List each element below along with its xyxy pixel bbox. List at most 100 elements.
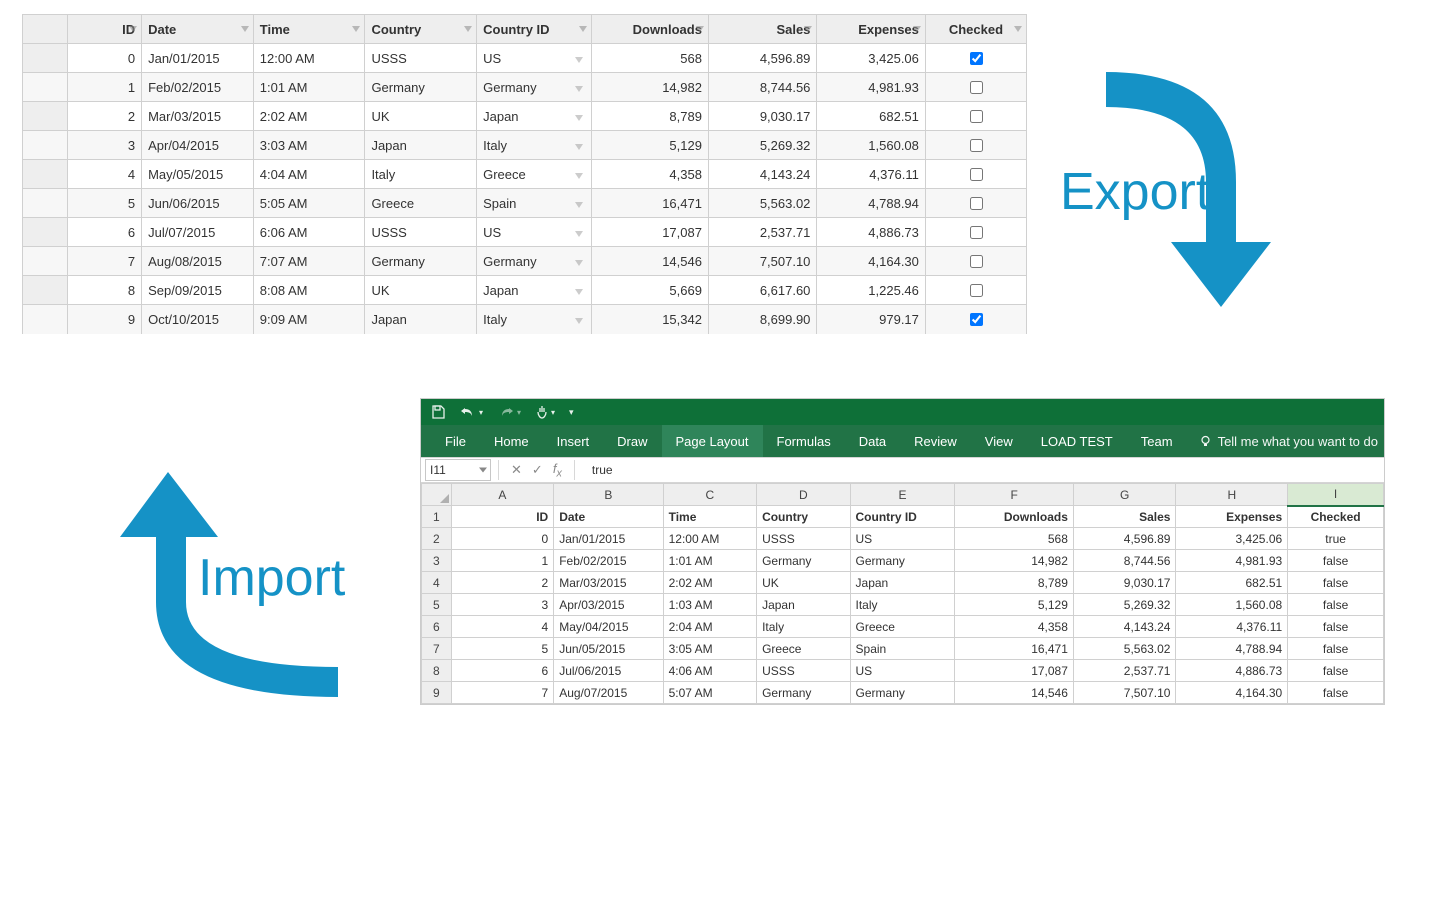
cell[interactable]: 3 (451, 594, 554, 616)
cell[interactable]: Mar/03/2015 (554, 572, 663, 594)
spreadsheet[interactable]: ABCDEFGHI 1IDDateTimeCountryCountry IDDo… (421, 483, 1384, 704)
chevron-down-icon[interactable] (575, 260, 583, 266)
cell-expenses[interactable]: 979.17 (817, 305, 925, 334)
checked-checkbox[interactable] (970, 255, 983, 268)
chevron-down-icon[interactable] (575, 289, 583, 295)
cell[interactable]: 16,471 (955, 638, 1074, 660)
table-row[interactable]: 4May/05/20154:04 AMItalyGreece4,3584,143… (23, 160, 1027, 189)
ribbon-tab-file[interactable]: File (431, 425, 480, 457)
formula-input[interactable]: true (582, 463, 1384, 477)
cell[interactable]: false (1288, 682, 1384, 704)
cell[interactable]: 3:05 AM (663, 638, 756, 660)
select-all-corner[interactable] (422, 484, 452, 506)
col-country[interactable]: Country (365, 15, 477, 44)
ribbon-tab-insert[interactable]: Insert (543, 425, 604, 457)
cell[interactable]: 14,546 (955, 682, 1074, 704)
table-row[interactable]: 3Apr/04/20153:03 AMJapanItaly5,1295,269.… (23, 131, 1027, 160)
cancel-formula-icon[interactable]: ✕ (506, 462, 527, 478)
cell-time[interactable]: 9:09 AM (253, 305, 365, 334)
cell[interactable]: Date (554, 506, 663, 528)
cell-country-id[interactable]: Italy (477, 131, 592, 160)
cell[interactable]: Germany (757, 682, 850, 704)
cell[interactable]: 9,030.17 (1073, 572, 1176, 594)
table-row[interactable]: 0Jan/01/201512:00 AMUSSSUS5684,596.893,4… (23, 44, 1027, 73)
row-header[interactable]: 9 (422, 682, 452, 704)
cell[interactable]: 5,269.32 (1073, 594, 1176, 616)
redo-icon[interactable]: ▾ (497, 405, 521, 419)
row-selector[interactable] (23, 218, 68, 247)
cell[interactable]: 4,788.94 (1176, 638, 1288, 660)
cell-expenses[interactable]: 4,376.11 (817, 160, 925, 189)
cell[interactable]: US (850, 528, 955, 550)
cell[interactable]: US (850, 660, 955, 682)
cell-date[interactable]: Jan/01/2015 (142, 44, 254, 73)
cell[interactable]: false (1288, 594, 1384, 616)
chevron-down-icon[interactable] (575, 318, 583, 324)
cell-downloads[interactable]: 14,982 (591, 73, 708, 102)
row-selector[interactable] (23, 247, 68, 276)
table-row[interactable]: 9Oct/10/20159:09 AMJapanItaly15,3428,699… (23, 305, 1027, 334)
chevron-down-icon[interactable] (575, 173, 583, 179)
cell[interactable]: 5,563.02 (1073, 638, 1176, 660)
cell[interactable]: 2 (451, 572, 554, 594)
cell-checked[interactable] (925, 218, 1026, 247)
row-selector[interactable] (23, 160, 68, 189)
cell-downloads[interactable]: 4,358 (591, 160, 708, 189)
cell-time[interactable]: 4:04 AM (253, 160, 365, 189)
col-sales[interactable]: Sales (708, 15, 816, 44)
cell-checked[interactable] (925, 73, 1026, 102)
column-header-f[interactable]: F (955, 484, 1074, 506)
cell-date[interactable]: Aug/08/2015 (142, 247, 254, 276)
cell-time[interactable]: 1:01 AM (253, 73, 365, 102)
cell-downloads[interactable]: 14,546 (591, 247, 708, 276)
cell[interactable]: USSS (757, 660, 850, 682)
column-header-g[interactable]: G (1073, 484, 1176, 506)
checked-checkbox[interactable] (970, 197, 983, 210)
cell[interactable]: Italy (757, 616, 850, 638)
cell-downloads[interactable]: 16,471 (591, 189, 708, 218)
cell-checked[interactable] (925, 276, 1026, 305)
cell[interactable]: Time (663, 506, 756, 528)
cell[interactable]: 4,143.24 (1073, 616, 1176, 638)
cell-id[interactable]: 7 (67, 247, 141, 276)
cell[interactable]: 1:01 AM (663, 550, 756, 572)
row-header[interactable]: 3 (422, 550, 452, 572)
cell[interactable]: 8,789 (955, 572, 1074, 594)
filter-icon[interactable] (1014, 26, 1022, 32)
cell[interactable]: Apr/03/2015 (554, 594, 663, 616)
col-checked[interactable]: Checked (925, 15, 1026, 44)
cell[interactable]: Italy (850, 594, 955, 616)
cell[interactable]: 1:03 AM (663, 594, 756, 616)
cell[interactable]: 4:06 AM (663, 660, 756, 682)
cell-sales[interactable]: 2,537.71 (708, 218, 816, 247)
cell-country[interactable]: USSS (365, 44, 477, 73)
cell[interactable]: Sales (1073, 506, 1176, 528)
column-header-e[interactable]: E (850, 484, 955, 506)
checked-checkbox[interactable] (970, 226, 983, 239)
cell-country[interactable]: Japan (365, 305, 477, 334)
chevron-down-icon[interactable] (575, 202, 583, 208)
cell[interactable]: Japan (757, 594, 850, 616)
row-selector[interactable] (23, 276, 68, 305)
col-time[interactable]: Time (253, 15, 365, 44)
cell-id[interactable]: 9 (67, 305, 141, 334)
cell-date[interactable]: Sep/09/2015 (142, 276, 254, 305)
chevron-down-icon[interactable] (575, 144, 583, 150)
col-date[interactable]: Date (142, 15, 254, 44)
cell[interactable]: 8,744.56 (1073, 550, 1176, 572)
checked-checkbox[interactable] (970, 313, 983, 326)
filter-icon[interactable] (804, 26, 812, 32)
cell[interactable]: Expenses (1176, 506, 1288, 528)
cell-sales[interactable]: 4,143.24 (708, 160, 816, 189)
cell[interactable]: 3,425.06 (1176, 528, 1288, 550)
cell-checked[interactable] (925, 102, 1026, 131)
filter-icon[interactable] (352, 26, 360, 32)
checked-checkbox[interactable] (970, 284, 983, 297)
cell-country[interactable]: Germany (365, 247, 477, 276)
cell-time[interactable]: 5:05 AM (253, 189, 365, 218)
row-header[interactable]: 6 (422, 616, 452, 638)
cell-id[interactable]: 6 (67, 218, 141, 247)
touch-mode-icon[interactable]: ▾ (535, 405, 555, 419)
col-expenses[interactable]: Expenses (817, 15, 925, 44)
cell[interactable]: Japan (850, 572, 955, 594)
